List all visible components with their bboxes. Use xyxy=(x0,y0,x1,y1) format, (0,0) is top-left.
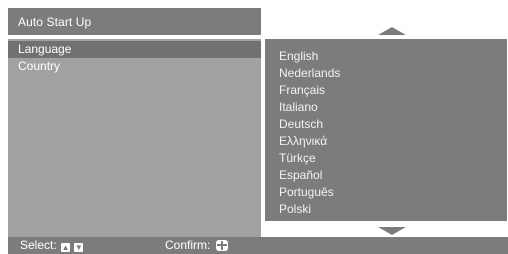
menu-header: Auto Start Up xyxy=(8,8,261,35)
up-arrow-key-icon: ▲ xyxy=(61,243,71,252)
cross-key-icon xyxy=(215,240,228,251)
menu-item-label: Country xyxy=(18,59,61,73)
language-option-turkce[interactable]: Türkçe xyxy=(265,150,507,167)
footer-hint-bar: Select: ▲ ▼ Confirm: xyxy=(8,237,508,254)
language-list: English Nederlands Français Italiano Deu… xyxy=(265,39,507,221)
confirm-label: Confirm: xyxy=(165,238,211,252)
language-option-nederlands[interactable]: Nederlands xyxy=(265,65,507,82)
language-option-espanol[interactable]: Español xyxy=(265,167,507,184)
page-title: Auto Start Up xyxy=(18,15,92,29)
select-hint: Select: ▲ ▼ xyxy=(20,237,84,254)
language-option-portugues[interactable]: Português xyxy=(265,184,507,201)
select-label: Select: xyxy=(20,238,57,252)
language-option-polski[interactable]: Polski xyxy=(265,201,507,218)
language-option-francais[interactable]: Français xyxy=(265,82,507,99)
language-option-english[interactable]: English xyxy=(265,48,507,65)
language-option-greek[interactable]: Ελληνικά xyxy=(265,133,507,150)
language-option-deutsch[interactable]: Deutsch xyxy=(265,116,507,133)
down-arrow-key-icon: ▼ xyxy=(74,243,84,252)
menu-item-language[interactable]: Language xyxy=(8,41,261,58)
menu-item-country[interactable]: Country xyxy=(8,58,261,75)
language-option-italiano[interactable]: Italiano xyxy=(265,99,507,116)
menu-item-label: Language xyxy=(18,42,72,56)
confirm-hint: Confirm: xyxy=(165,237,228,254)
scroll-down-icon[interactable] xyxy=(378,227,406,235)
scroll-up-icon[interactable] xyxy=(378,27,406,35)
settings-menu: Language Country xyxy=(8,39,261,237)
